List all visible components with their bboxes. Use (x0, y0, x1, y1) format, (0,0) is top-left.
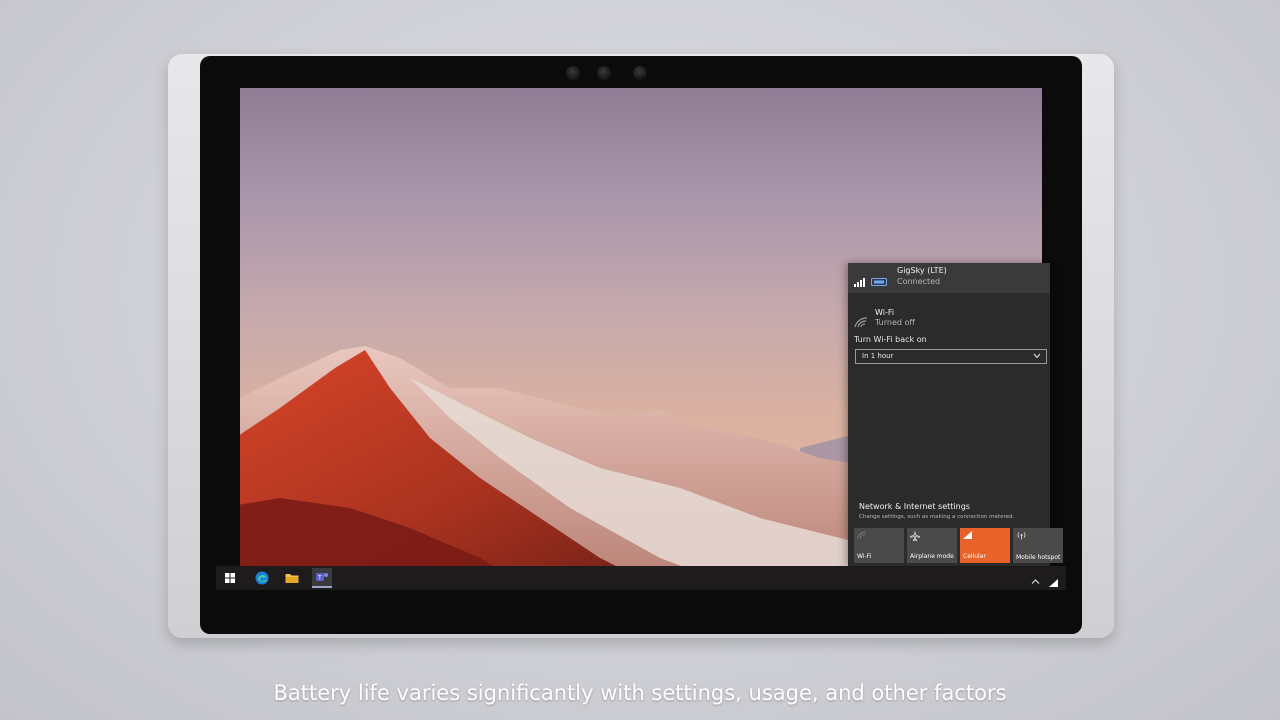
quick-action-label: Cellular (963, 553, 986, 560)
lte-badge-icon (871, 271, 887, 290)
camera-sensor (597, 66, 611, 80)
wifi-back-on-value: In 1 hour (862, 352, 894, 360)
cellular-network-item[interactable]: GigSky (LTE) Connected (848, 263, 1050, 293)
wifi-name: Wi-Fi (875, 308, 895, 317)
quick-action-label: Airplane mode (910, 553, 954, 560)
video-caption: Battery life varies significantly with s… (273, 681, 1007, 705)
cellular-tray-icon[interactable] (1049, 572, 1058, 591)
quick-action-wifi[interactable]: Wi-Fi (854, 528, 904, 563)
quick-actions: Wi-Fi Airplane mode Cellular Mobile hots… (854, 528, 1066, 563)
svg-text:T: T (317, 575, 322, 582)
front-camera (633, 66, 647, 80)
edge-browser-icon[interactable] (252, 568, 272, 588)
chevron-up-icon[interactable] (1031, 570, 1040, 589)
quick-action-airplane-mode[interactable]: Airplane mode (907, 528, 957, 563)
cellular-network-name: GigSky (LTE) (897, 266, 947, 275)
chevron-down-icon (1033, 353, 1041, 359)
file-explorer-icon[interactable] (282, 568, 302, 588)
windows-start-icon[interactable] (220, 568, 240, 588)
teams-icon[interactable]: T (312, 568, 332, 588)
airplane-icon (910, 531, 920, 543)
cellular-icon (963, 531, 973, 541)
camera-sensor (566, 66, 580, 80)
wifi-back-on-dropdown[interactable]: In 1 hour (855, 349, 1047, 364)
cellular-signal-icon (854, 272, 868, 291)
quick-action-label: Wi-Fi (857, 553, 872, 560)
quick-action-label: Mobile hotspot (1016, 554, 1061, 561)
wifi-status: Turned off (875, 318, 915, 327)
wifi-icon (857, 531, 866, 541)
hotspot-icon (1016, 531, 1027, 542)
network-flyout: GigSky (LTE) Connected Wi-Fi Turned off … (848, 263, 1050, 566)
wifi-off-icon (854, 313, 868, 332)
wifi-network-item[interactable]: Wi-Fi Turned off (848, 301, 1050, 331)
network-settings-description: Change settings, such as making a connec… (859, 514, 1015, 520)
cellular-network-status: Connected (897, 277, 941, 286)
wifi-back-on-label: Turn Wi-Fi back on (854, 335, 927, 344)
network-settings-link[interactable]: Network & Internet settings (859, 502, 970, 511)
quick-action-cellular[interactable]: Cellular (960, 528, 1010, 563)
quick-action-mobile-hotspot[interactable]: Mobile hotspot (1013, 528, 1063, 563)
taskbar (216, 566, 1066, 590)
